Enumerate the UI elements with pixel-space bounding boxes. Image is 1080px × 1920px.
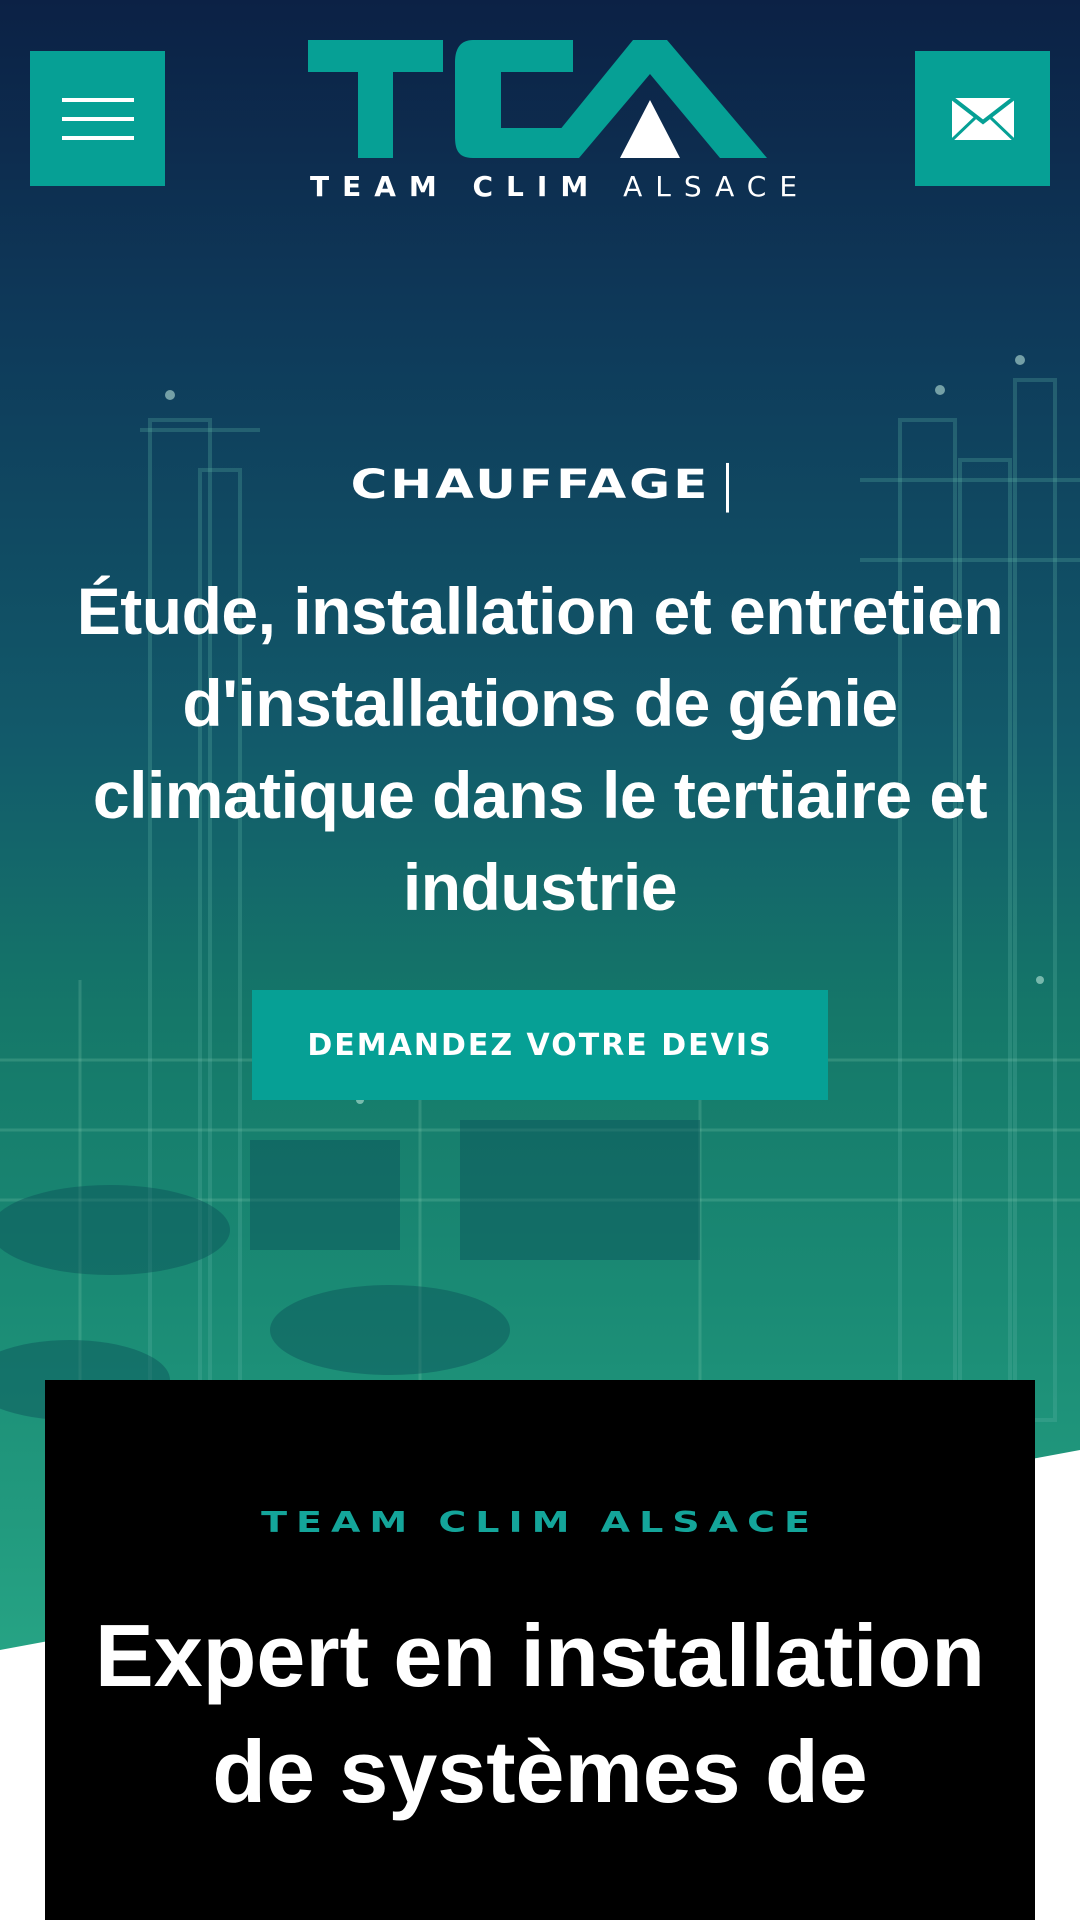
menu-icon-bar — [61, 135, 134, 140]
company-tagline: TEAM CLIM ALSACE — [261, 1505, 819, 1539]
menu-icon-bar — [61, 116, 134, 121]
logo-subtitle-bold: TEAM CLIM — [310, 170, 602, 203]
typing-caret — [726, 462, 730, 513]
logo-subtitle-light: ALSACE — [623, 170, 811, 203]
logo-subtitle: TEAM CLIM ALSACE — [310, 170, 797, 203]
hero-headline: Étude, installation et entretien d'insta… — [76, 574, 1004, 924]
rotating-keyword-text: CHAUFFAGE — [350, 461, 711, 508]
mail-button[interactable] — [915, 51, 1050, 186]
menu-icon-bar — [61, 97, 134, 102]
intro-card: TEAM CLIM ALSACE Expert en installation … — [45, 1380, 1035, 1920]
menu-button[interactable] — [30, 51, 165, 186]
intro-title: Expert en installation de systèmes de — [95, 1606, 985, 1821]
page: TEAM CLIM ALSACE CHAUFFAGE Étude, instal… — [0, 0, 1080, 1920]
request-quote-button[interactable]: DEMANDEZ VOTRE DEVIS — [252, 990, 828, 1100]
rotating-keyword: CHAUFFAGE — [0, 461, 1080, 513]
envelope-icon — [950, 95, 1015, 141]
